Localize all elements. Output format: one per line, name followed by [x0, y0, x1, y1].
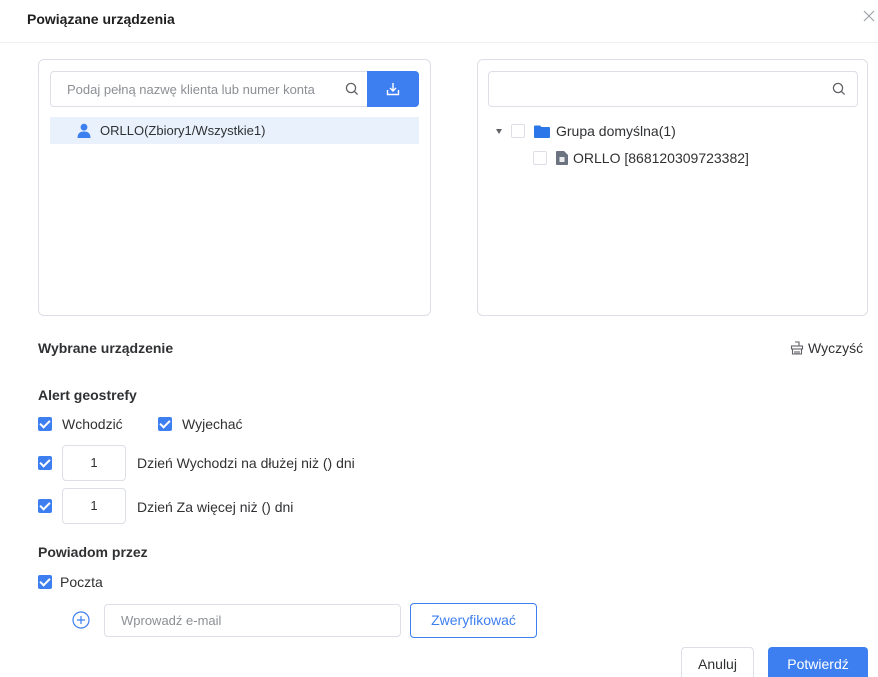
enter-label: Wchodzić: [62, 416, 123, 432]
rule1-text: Dzień Wychodzi na dłużej niż () dni: [137, 455, 355, 471]
clear-button[interactable]: Wyczyść: [790, 340, 863, 356]
email-placeholder: Wprowadź e-mail: [121, 613, 222, 628]
device-label: ORLLO [868120309723382]: [573, 150, 749, 166]
clear-icon: [790, 341, 804, 355]
search-icon[interactable]: [832, 82, 846, 96]
customer-search-panel: Podaj pełną nazwę klienta lub numer kont…: [38, 59, 431, 316]
notify-via-title: Powiadom przez: [38, 544, 148, 560]
rule1-days-input[interactable]: 1: [62, 445, 126, 481]
geofence-alert-title: Alert geostrefy: [38, 387, 137, 403]
rule2-days-input[interactable]: 1: [62, 488, 126, 524]
mail-option[interactable]: Poczta: [38, 574, 103, 590]
exit-checkbox[interactable]: [158, 417, 172, 431]
enter-checkbox[interactable]: [38, 417, 52, 431]
exit-option[interactable]: Wyjechać: [158, 416, 243, 432]
mail-checkbox[interactable]: [38, 575, 52, 589]
user-icon: [77, 123, 91, 138]
verify-button[interactable]: Zweryfikować: [410, 603, 537, 638]
email-input[interactable]: Wprowadź e-mail: [104, 604, 401, 637]
tree-node-group[interactable]: Grupa domyślna(1): [496, 121, 676, 141]
result-item[interactable]: ORLLO(Zbiory1/Wszystkie1): [50, 117, 419, 144]
enter-option[interactable]: Wchodzić: [38, 416, 123, 432]
import-icon: [386, 83, 400, 96]
group-checkbox[interactable]: [511, 124, 525, 138]
title-divider: [0, 42, 878, 43]
folder-icon: [534, 125, 550, 138]
exit-label: Wyjechać: [182, 416, 243, 432]
device-checkbox[interactable]: [533, 151, 547, 165]
rule1-checkbox[interactable]: [38, 456, 52, 470]
group-label: Grupa domyślna(1): [556, 123, 676, 139]
selected-devices-title: Wybrane urządzenie: [38, 340, 174, 356]
close-icon[interactable]: [862, 9, 878, 25]
clear-label: Wyczyść: [808, 340, 864, 356]
search-icon[interactable]: [345, 82, 359, 96]
search-placeholder: Podaj pełną nazwę klienta lub numer kont…: [67, 82, 315, 97]
tree-node-device[interactable]: ORLLO [868120309723382]: [533, 148, 749, 168]
dialog-title: Powiązane urządzenia: [27, 11, 175, 27]
result-item-label: ORLLO(Zbiory1/Wszystkie1): [100, 123, 266, 138]
customer-search-input[interactable]: Podaj pełną nazwę klienta lub numer kont…: [50, 71, 368, 107]
device-search-input[interactable]: [488, 71, 858, 107]
rule2-text: Dzień Za więcej niż () dni: [137, 499, 294, 515]
mail-label: Poczta: [60, 574, 103, 590]
import-button[interactable]: [367, 71, 419, 107]
cancel-button[interactable]: Anuluj: [681, 647, 754, 677]
rule2-checkbox[interactable]: [38, 499, 52, 513]
plus-circle-icon[interactable]: [72, 611, 90, 629]
device-tree-panel: Grupa domyślna(1) ORLLO [868120309723382…: [477, 59, 868, 316]
caret-down-icon[interactable]: [496, 128, 502, 134]
device-icon: [556, 151, 568, 165]
confirm-button[interactable]: Potwierdź: [768, 647, 868, 677]
